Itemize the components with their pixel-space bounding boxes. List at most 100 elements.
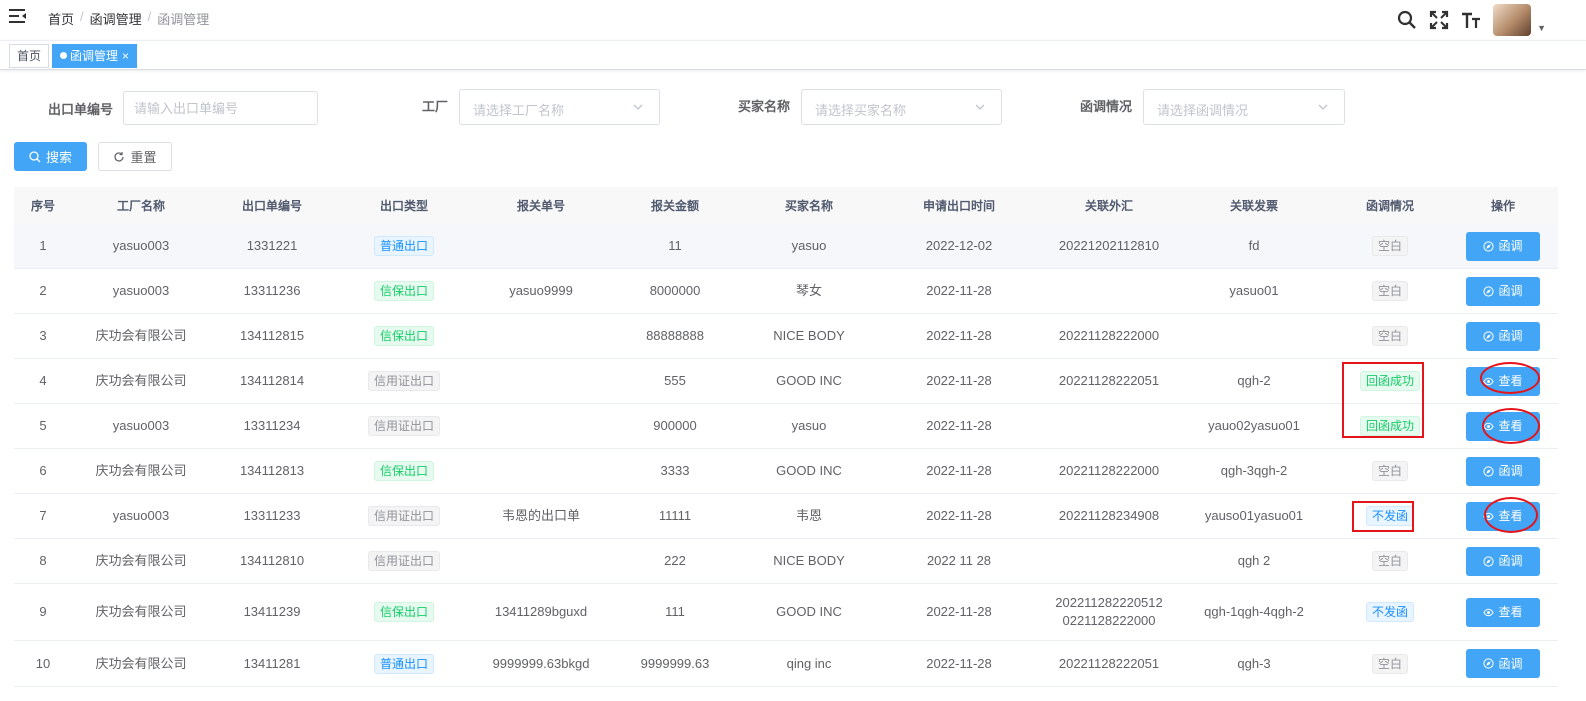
date-cell: 2022-11-28 — [926, 283, 992, 298]
chevron-down-icon — [1318, 104, 1328, 110]
search-button-label: 搜索 — [45, 150, 72, 165]
customs-no-cell: 9999999.63bkgd — [492, 655, 590, 671]
action-label: 函调 — [1498, 554, 1523, 568]
letter-status-select-placeholder: 请选择函调情况 — [1157, 103, 1249, 118]
export-type-badge: 信保出口 — [373, 461, 434, 481]
invoice-cell: yauso01yasuo01 — [1204, 508, 1304, 523]
search-button[interactable]: 搜索 — [14, 142, 87, 171]
status-badge: 空白 — [1371, 551, 1408, 571]
letter-status-cell: 空白 — [1332, 236, 1448, 256]
letter-button[interactable]: 函调 — [1466, 649, 1540, 678]
letter-table: 序号 工厂名称 出口单编号 出口类型 报关单号 报关金额 买家名称 申请出口时间 关联外汇 关联发… — [14, 187, 1558, 687]
invoice-cell: qgh-3qgh-2 — [1220, 463, 1288, 478]
amount-cell: 222 — [664, 553, 686, 568]
date-cell: 2022-11-28 — [926, 604, 992, 619]
menu-toggle-icon[interactable] — [9, 8, 27, 24]
table-row[interactable]: 8 庆功会有限公司 134112810 信用证出口 222 NICE BODY 2022 1… — [14, 539, 1558, 584]
compass-icon — [1483, 240, 1495, 252]
tab-letter-management[interactable]: 函调管理 × — [52, 44, 138, 68]
amount-cell: 111 — [665, 604, 685, 619]
letter-button[interactable]: 函调 — [1466, 546, 1540, 576]
no-cell: 4 — [39, 373, 47, 388]
letter-status-cell: 空白 — [1332, 653, 1448, 674]
export-no-input[interactable] — [123, 91, 318, 125]
factory-cell: 庆功会有限公司 — [95, 604, 187, 619]
column-header: 报关单号 — [516, 199, 565, 213]
annotation-oval — [1484, 497, 1538, 533]
table-row[interactable]: 3 庆功会有限公司 134112815 信保出口 88888888 NICE BODY 20… — [14, 314, 1558, 359]
table-row[interactable]: 4 庆功会有限公司 134112814 信用证出口 555 GOOD INC 2022-11… — [14, 359, 1558, 404]
factory-cell: yasuo003 — [112, 418, 170, 433]
user-avatar[interactable] — [1493, 4, 1532, 36]
table-row[interactable]: 9 庆功会有限公司 13411239 信保出口 13411289bguxd 111 GOOD… — [14, 584, 1558, 641]
export-type-badge: 普通出口 — [373, 653, 434, 674]
column-header: 买家名称 — [784, 199, 833, 213]
export-type-cell: 信用证出口 — [334, 371, 474, 391]
letter-button[interactable]: 函调 — [1466, 231, 1540, 261]
action-cell: 函调 — [1448, 276, 1558, 306]
table-row[interactable]: 7 yasuo003 13311233 信用证出口 韦恩的出口单 11111 韦恩 2022-… — [14, 494, 1558, 539]
buyer-cell: NICE BODY — [773, 553, 845, 568]
compass-icon — [1483, 285, 1495, 297]
table-row[interactable]: 6 庆功会有限公司 134112813 信保出口 3333 GOOD INC 2022-11… — [14, 449, 1558, 494]
export-no-cell: 134112815 — [239, 328, 305, 343]
export-no-cell: 1331221 — [246, 238, 298, 253]
active-dot-icon — [60, 52, 67, 59]
status-badge: 不发函 — [1365, 602, 1414, 622]
table-row[interactable]: 1 yasuo003 1331221 普通出口 11 yasuo 2022-12-02 202… — [14, 224, 1558, 269]
breadcrumb-home[interactable]: 首页 — [48, 9, 74, 28]
amount-cell: 9999999.63 — [640, 655, 710, 671]
invoice-cell: yauo02yasuo01 — [1208, 418, 1300, 433]
breadcrumb-section[interactable]: 函调管理 — [90, 9, 142, 28]
reset-button[interactable]: 重置 — [98, 142, 172, 171]
column-header: 关联外汇 — [1084, 199, 1133, 213]
font-size-icon[interactable] — [1461, 10, 1481, 30]
fullscreen-icon[interactable] — [1429, 10, 1449, 30]
status-badge: 空白 — [1371, 461, 1408, 481]
factory-cell: yasuo003 — [112, 508, 170, 523]
view-button[interactable]: 查看 — [1466, 597, 1540, 627]
close-icon[interactable]: × — [122, 49, 129, 63]
search-icon[interactable] — [1397, 10, 1417, 30]
table-row[interactable]: 10 庆功会有限公司 13411281 普通出口 9999999.63bkgd 99999… — [14, 641, 1558, 687]
factory-select[interactable]: 请选择工厂名称 — [459, 89, 660, 125]
table-header: 序号 工厂名称 出口单编号 出口类型 报关单号 报关金额 买家名称 申请出口时间 关联外汇 关联发… — [14, 187, 1558, 224]
caret-down-icon[interactable]: ▼ — [1537, 23, 1546, 33]
letter-status-select[interactable]: 请选择函调情况 — [1143, 89, 1345, 125]
action-label: 函调 — [1498, 239, 1523, 253]
chevron-down-icon — [975, 104, 985, 110]
action-label: 函调 — [1498, 464, 1523, 478]
no-cell: 5 — [39, 418, 47, 433]
table-row[interactable]: 2 yasuo003 13311236 信保出口 yasuo9999 8000000 琴女 2… — [14, 269, 1558, 314]
eye-icon — [1483, 608, 1495, 616]
amount-cell: 555 — [664, 373, 686, 388]
buyer-select[interactable]: 请选择买家名称 — [801, 89, 1002, 125]
factory-cell: yasuo003 — [112, 283, 170, 298]
no-cell: 9 — [39, 604, 47, 619]
export-no-cell: 13311234 — [243, 418, 301, 433]
refresh-icon — [114, 151, 125, 162]
export-no-cell: 13311233 — [243, 508, 301, 523]
export-no-cell: 13411239 — [243, 604, 301, 619]
invoice-cell: qgh-3 — [1237, 655, 1271, 671]
table-row[interactable]: 5 yasuo003 13311234 信用证出口 900000 yasuo 2022-11… — [14, 404, 1558, 449]
buyer-cell: 韦恩 — [795, 508, 822, 523]
column-header: 申请出口时间 — [922, 199, 995, 213]
tab-home[interactable]: 首页 — [9, 44, 50, 68]
amount-cell: 88888888 — [646, 328, 704, 343]
annotation-box — [1342, 362, 1424, 438]
letter-status-cell: 不发函 — [1332, 602, 1448, 622]
letter-button[interactable]: 函调 — [1466, 276, 1540, 306]
compass-icon — [1483, 555, 1495, 567]
amount-cell: 900000 — [653, 418, 697, 433]
no-cell: 8 — [39, 553, 47, 568]
factory-label: 工厂 — [422, 99, 449, 114]
buyer-cell: NICE BODY — [773, 328, 845, 343]
table-body: 1 yasuo003 1331221 普通出口 11 yasuo 2022-12-02 202… — [14, 224, 1558, 687]
chevron-down-icon — [633, 104, 643, 110]
letter-button[interactable]: 函调 — [1466, 321, 1540, 351]
letter-button[interactable]: 函调 — [1466, 456, 1540, 486]
export-type-badge: 信用证出口 — [367, 371, 440, 391]
export-type-badge: 信用证出口 — [367, 416, 440, 436]
export-type-cell: 信保出口 — [334, 461, 474, 481]
